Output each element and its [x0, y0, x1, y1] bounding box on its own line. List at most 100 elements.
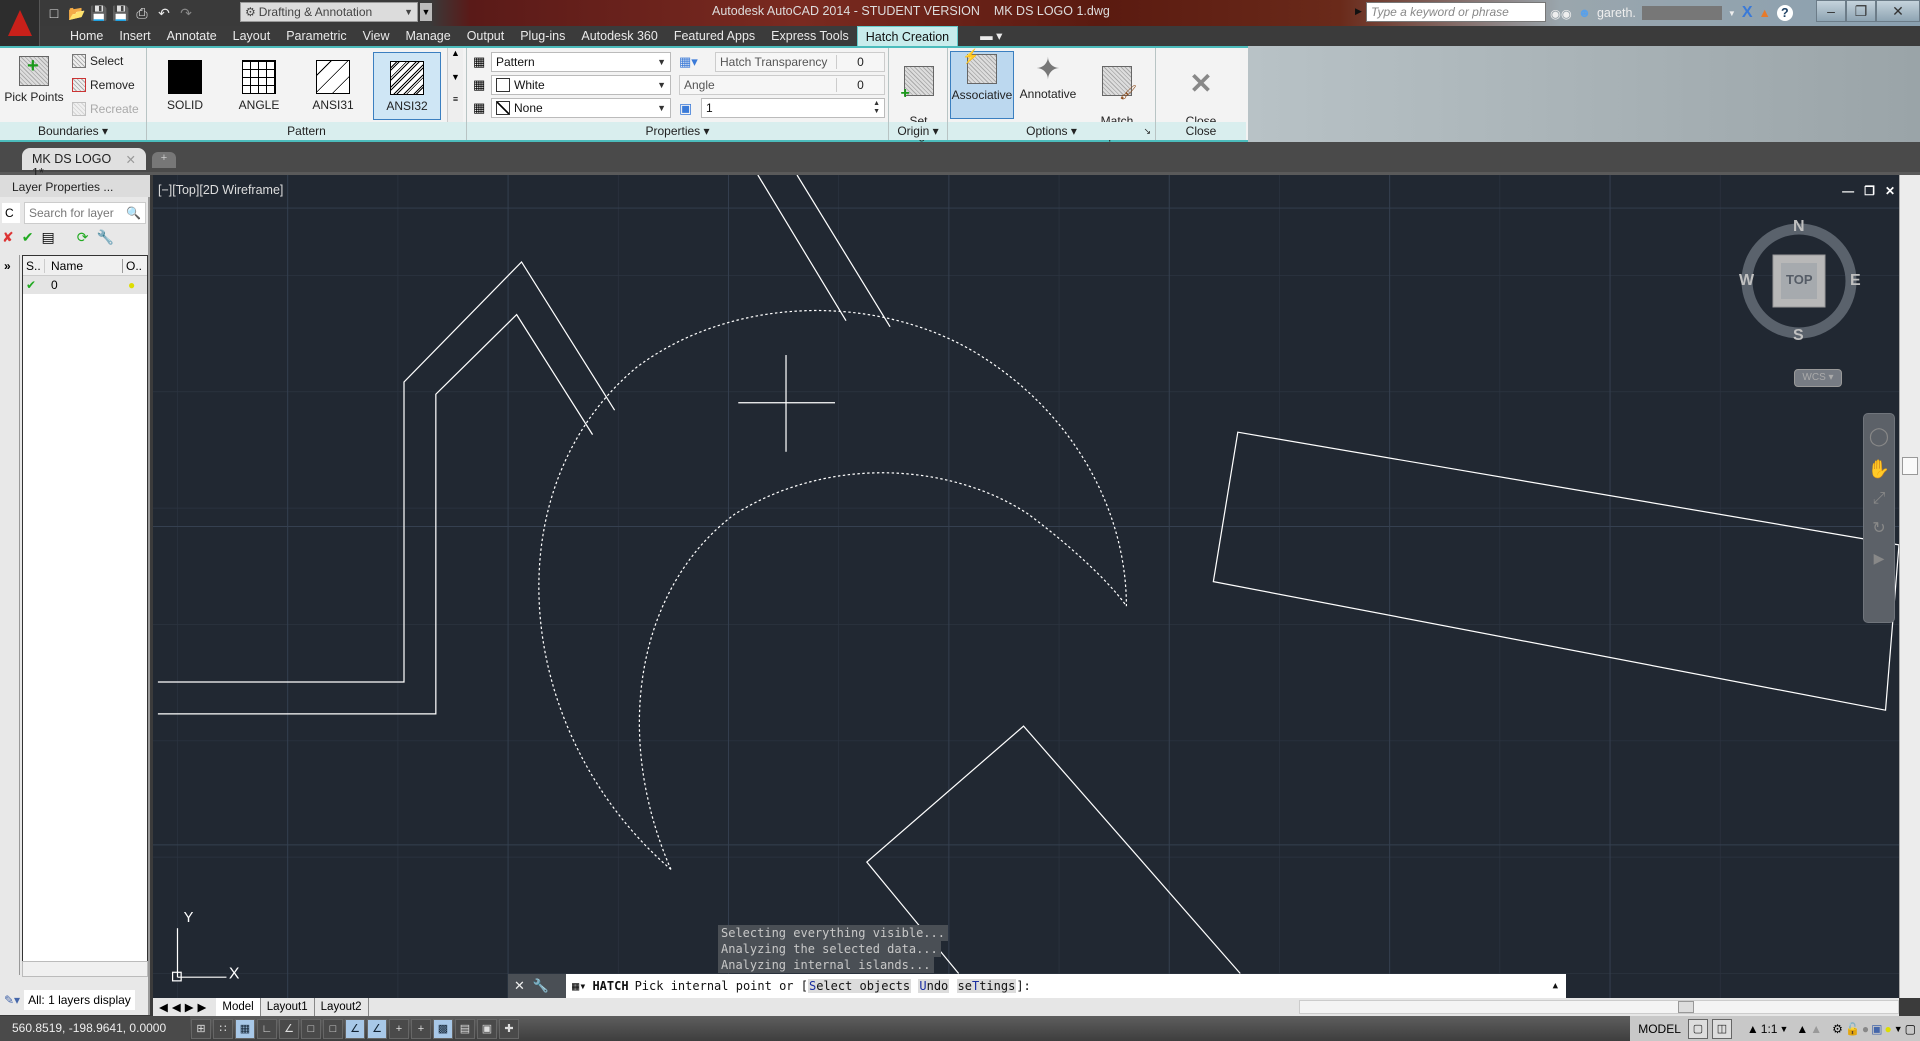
scroll-up-icon[interactable]: ▲ [448, 48, 463, 58]
hatch-scale-spinner[interactable]: 1▲▼ [701, 98, 885, 118]
infer-constraints-toggle[interactable]: ⊞ [191, 1019, 211, 1039]
restore-button[interactable]: ❐ [1846, 0, 1876, 22]
minimize-button[interactable]: – [1816, 0, 1846, 22]
pattern-swatch-angle[interactable]: ANGLE [225, 52, 293, 120]
selection-cycling-toggle[interactable]: ▣ [477, 1019, 497, 1039]
option-settings[interactable]: seTtings [957, 979, 1017, 993]
pick-points-button[interactable]: + Pick Points [4, 56, 64, 104]
tab-annotate[interactable]: Annotate [159, 26, 225, 46]
status-menu-icon[interactable]: ▼ [1894, 1024, 1903, 1034]
set-current-icon[interactable]: ✔ [22, 229, 34, 246]
dynamic-input-toggle[interactable]: + [389, 1019, 409, 1039]
option-undo[interactable]: Undo [918, 979, 949, 993]
drawing-viewport[interactable]: Y X [−][Top][2D Wireframe] — ❐ ✕ TOP N S… [153, 175, 1899, 998]
viewport-restore-icon[interactable]: ❐ [1864, 184, 1875, 198]
tab-layout[interactable]: Layout [225, 26, 279, 46]
tab-output[interactable]: Output [459, 26, 513, 46]
associative-button[interactable]: ⚡ Associative [950, 51, 1014, 119]
clean-screen-icon[interactable]: ▢ [1905, 1022, 1916, 1036]
open-icon[interactable]: 📂 [68, 5, 84, 21]
hatch-transparency-field[interactable]: Hatch Transparency0 [715, 52, 885, 72]
current-layer-button[interactable]: C [2, 203, 20, 223]
plot-icon[interactable]: ⎙ [134, 5, 150, 21]
annotation-visibility-icon[interactable]: ▲ [1796, 1022, 1808, 1036]
lightbulb-on-icon[interactable]: ● [123, 278, 147, 292]
layout-nav-arrows[interactable]: ◀◀▶▶ [153, 1000, 216, 1014]
layer-search-input[interactable]: Search for layer🔍 [24, 202, 146, 224]
orbit-icon[interactable]: ↻ [1864, 518, 1894, 538]
lightbulb-icon[interactable]: ● [1884, 1022, 1891, 1036]
chevron-down-icon[interactable]: ▼ [1779, 1024, 1788, 1034]
user-icon[interactable]: ☻ [1578, 6, 1591, 20]
hatch-angle-field[interactable]: Angle0 [679, 75, 885, 95]
tab-manage[interactable]: Manage [398, 26, 459, 46]
coordinates-display[interactable]: 560.8519, -198.9641, 0.0000 [0, 1016, 190, 1041]
annotative-button[interactable]: ✦ Annotative [1016, 53, 1080, 101]
delete-layer-icon[interactable]: ✘ [2, 229, 14, 246]
boundaries-panel-title[interactable]: Boundaries ▾ [0, 122, 146, 140]
vertical-scrollbar[interactable] [1899, 175, 1920, 998]
annotation-monitor-toggle[interactable]: ✚ [499, 1019, 519, 1039]
hardware-acceleration-icon[interactable]: ● [1862, 1022, 1869, 1036]
compass-south[interactable]: S [1793, 327, 1804, 345]
column-status[interactable]: S.. [23, 259, 45, 273]
column-on[interactable]: O.. [123, 259, 147, 273]
layout-tab-layout2[interactable]: Layout2 [315, 998, 369, 1016]
close-command-line-icon[interactable]: ✕ [514, 978, 525, 994]
compass-north[interactable]: N [1793, 218, 1805, 236]
scroll-down-icon[interactable]: ▼ [448, 72, 463, 82]
tab-featured-apps[interactable]: Featured Apps [666, 26, 763, 46]
tab-plug-ins[interactable]: Plug-ins [512, 26, 573, 46]
compass-west[interactable]: W [1739, 272, 1754, 290]
hatch-color-dropdown[interactable]: White▼ [491, 75, 671, 95]
command-history-expand-icon[interactable]: ▲ [1553, 981, 1558, 991]
model-space-button[interactable]: MODEL [1634, 1022, 1685, 1036]
remove-boundary-button[interactable]: Remove [72, 78, 135, 92]
origin-panel-title[interactable]: Origin ▾ [889, 122, 947, 140]
refresh-icon[interactable]: ⟳ [77, 229, 89, 246]
options-panel-title[interactable]: Options ▾↘ [948, 122, 1155, 140]
tab-express-tools[interactable]: Express Tools [763, 26, 857, 46]
help-icon[interactable]: ? [1777, 5, 1793, 21]
palette-horizontal-scrollbar[interactable] [22, 961, 148, 977]
workspace-dropdown[interactable]: ⚙ Drafting & Annotation ▼ [240, 2, 418, 22]
object-snap-toggle[interactable]: □ [301, 1019, 321, 1039]
ortho-mode-toggle[interactable]: ∟ [257, 1019, 277, 1039]
background-color-dropdown[interactable]: None▼ [491, 98, 671, 118]
stay-connected-icon[interactable]: ▲ [1759, 6, 1771, 20]
column-name[interactable]: Name [45, 259, 123, 273]
workspace-switching-gear-icon[interactable]: ⚙ [1832, 1022, 1843, 1036]
help-search-input[interactable]: Type a keyword or phrase [1366, 2, 1546, 22]
option-select-objects[interactable]: Select objects [808, 979, 911, 993]
tab-home[interactable]: Home [62, 26, 111, 46]
close-tab-icon[interactable]: ✕ [126, 152, 136, 166]
ucs-menu-button[interactable]: WCS ▾ [1794, 369, 1842, 387]
command-input[interactable]: ▦▾ HATCH Pick internal point or [Select … [566, 974, 1566, 998]
zoom-extents-icon[interactable]: ⤢ [1864, 490, 1894, 508]
pattern-gallery-scroll[interactable]: ▲ ▼ ≡ [447, 48, 463, 122]
expand-gallery-icon[interactable]: ≡ [448, 94, 463, 104]
drawing-canvas[interactable]: Y X [153, 175, 1899, 998]
save-icon[interactable]: 💾 [90, 5, 106, 21]
horizontal-scrollbar[interactable] [1299, 1000, 1899, 1014]
expand-filter-icon[interactable]: » [0, 255, 19, 277]
horizontal-scroll-thumb[interactable] [1678, 1001, 1694, 1013]
layer-filter-icon[interactable]: ✎▾ [4, 993, 20, 1007]
hatch-type-dropdown[interactable]: Pattern▼ [491, 52, 671, 72]
viewport-minimize-icon[interactable]: — [1842, 184, 1854, 198]
show-motion-icon[interactable]: ▶ [1864, 550, 1894, 567]
binoculars-icon[interactable]: ◉◉ [1550, 6, 1572, 21]
viewport-close-icon[interactable]: ✕ [1885, 184, 1895, 198]
tab-hatch-creation[interactable]: Hatch Creation [857, 26, 958, 46]
transparency-icon[interactable]: ▦▾ [679, 54, 698, 70]
viewcube-face-top[interactable]: TOP [1786, 272, 1813, 287]
layout-tab-model[interactable]: Model [216, 998, 260, 1016]
application-menu-button[interactable] [0, 0, 40, 46]
palette-title[interactable]: Layer Properties ... [0, 175, 150, 197]
save-as-icon[interactable]: 💾 [112, 5, 128, 21]
redo-icon[interactable]: ↷ [178, 5, 194, 21]
exchange-icon[interactable]: X [1742, 4, 1753, 22]
file-tab[interactable]: MK DS LOGO 1*✕ [22, 148, 146, 170]
pattern-swatch-ansi32[interactable]: ANSI32 [373, 52, 441, 120]
quick-view-layouts-icon[interactable]: ▢ [1688, 1019, 1708, 1039]
